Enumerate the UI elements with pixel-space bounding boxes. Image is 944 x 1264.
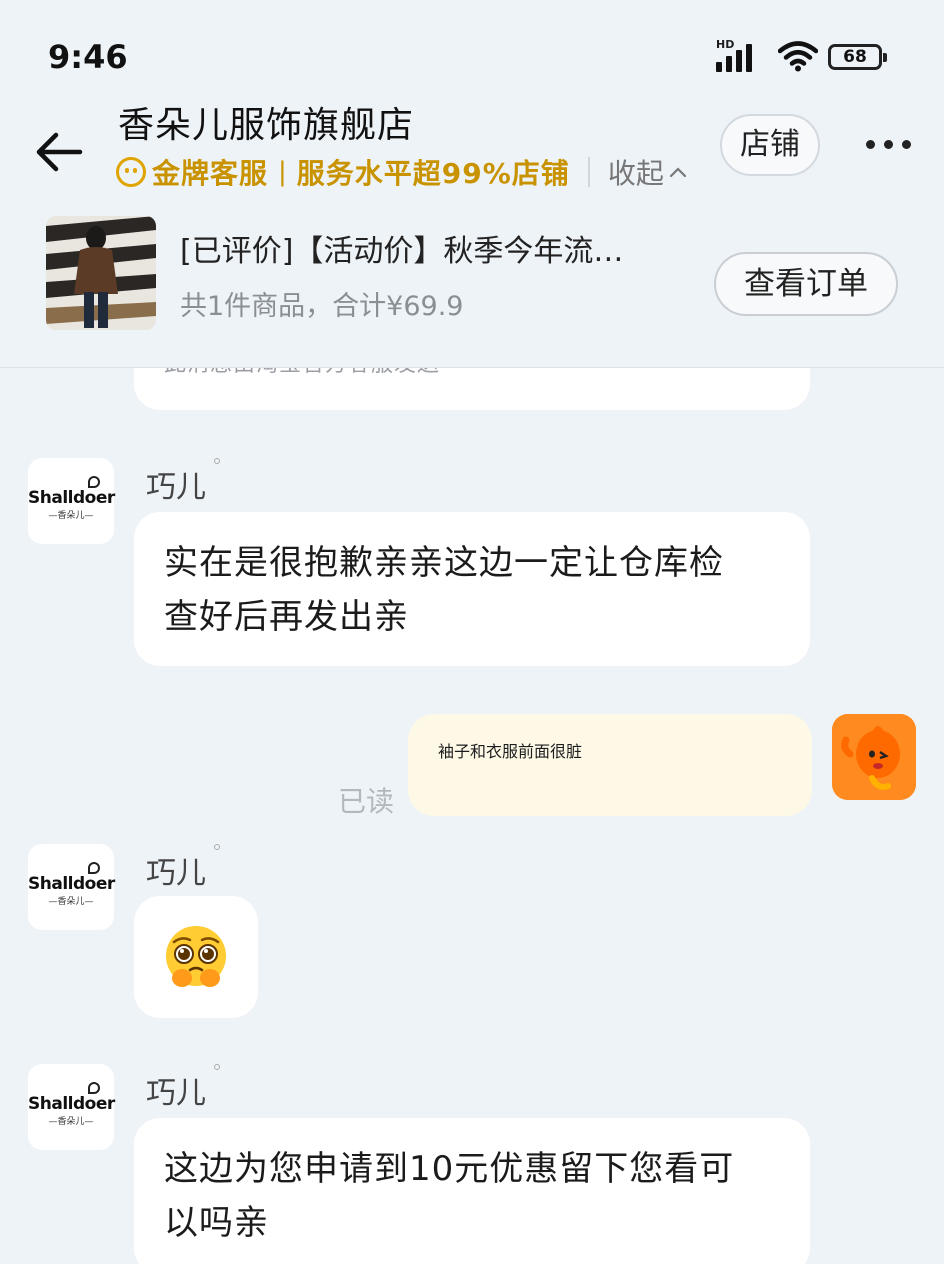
status-bar: 9:46 HD 68	[0, 0, 944, 92]
shop-avatar-brand: Shalldoer	[28, 488, 115, 508]
wifi-icon	[778, 41, 818, 72]
my-message-text: 袖子和衣服前面很脏	[438, 742, 583, 761]
shop-avatar-brand: Shalldoer	[28, 1094, 115, 1114]
battery-indicator: 68	[828, 44, 887, 70]
badge-separator: |	[278, 157, 287, 187]
message-line: 这边为您申请到10元优惠留下您看可	[164, 1149, 735, 1189]
message-text: 这边为您申请到10元优惠留下您看可 以吗亲	[164, 1142, 780, 1250]
brand-leaf-icon	[88, 1082, 100, 1094]
sender-name: 巧儿	[146, 1076, 206, 1111]
network-type-label: HD	[716, 38, 735, 51]
system-notice-bubble: 此消息由淘宝官方客服发送	[134, 368, 810, 410]
message-text: 实在是很抱歉亲亲这边一定让仓库检 查好后再发出亲	[164, 536, 780, 644]
brand-leaf-icon	[88, 862, 100, 874]
my-message-bubble[interactable]: 袖子和衣服前面很脏	[408, 714, 812, 816]
message-bubble[interactable]: 实在是很抱歉亲亲这边一定让仓库检 查好后再发出亲	[134, 512, 810, 666]
badge-divider	[587, 157, 590, 187]
shop-avatar-brand: Shalldoer	[28, 874, 115, 894]
service-level-badge: 服务水平超99%店铺	[296, 157, 570, 190]
smile-badge-icon	[116, 157, 146, 187]
shop-avatar-sub: —香朵儿—	[48, 511, 94, 521]
emoji-message-bubble[interactable]	[134, 896, 258, 1018]
sender-status-dot	[214, 458, 220, 464]
more-options-icon[interactable]	[866, 134, 914, 154]
shop-avatar-sub: —香朵儿—	[48, 1117, 94, 1127]
shop-avatar[interactable]: Shalldoer —香朵儿—	[28, 1064, 115, 1150]
shop-avatar-sub: —香朵儿—	[48, 897, 94, 907]
sender-name: 巧儿	[146, 470, 206, 505]
message-line: 查好后再发出亲	[164, 597, 409, 637]
collapse-button[interactable]: 收起	[608, 152, 664, 192]
sender-status-dot	[214, 844, 220, 850]
shop-avatar[interactable]: Shalldoer —香朵儿—	[28, 844, 115, 930]
store-button[interactable]: 店铺	[720, 114, 820, 176]
shop-avatar[interactable]: Shalldoer —香朵儿—	[28, 458, 115, 544]
message-line: 实在是很抱歉亲亲这边一定让仓库检	[164, 543, 724, 583]
status-time: 9:46	[48, 38, 128, 76]
pleading-face-icon	[166, 926, 226, 987]
system-notice-text: 此消息由淘宝官方客服发送	[164, 368, 440, 380]
sender-name: 巧儿	[146, 856, 206, 891]
gold-service-badge: 金牌客服	[152, 157, 269, 190]
read-status: 已读	[338, 785, 395, 818]
sender-status-dot	[214, 1064, 220, 1070]
user-avatar[interactable]	[832, 714, 916, 800]
chevron-up-icon[interactable]	[668, 165, 688, 179]
view-order-button[interactable]: 查看订单	[714, 252, 898, 316]
order-product-title[interactable]: [已评价]【活动价】秋季今年流…	[180, 226, 700, 270]
chat-message-list[interactable]: 此消息由淘宝官方客服发送 Shalldoer —香朵儿— 巧儿 实在是很抱歉亲亲…	[0, 368, 944, 1264]
service-badge-row: 金牌客服 | 服务水平超99%店铺 收起	[116, 152, 688, 192]
message-line: 以吗亲	[164, 1203, 269, 1243]
shop-name[interactable]: 香朵儿服饰旗舰店	[118, 96, 414, 148]
cellular-signal-icon: HD	[716, 38, 764, 74]
order-summary: 共1件商品，合计¥69.9	[180, 291, 464, 322]
back-arrow-icon[interactable]	[34, 130, 84, 174]
chat-header: 香朵儿服饰旗舰店 金牌客服 | 服务水平超99%店铺 收起 店铺 [已评价]【活…	[0, 92, 944, 368]
brand-leaf-icon	[88, 476, 100, 488]
product-thumbnail[interactable]	[46, 216, 156, 330]
message-bubble[interactable]: 这边为您申请到10元优惠留下您看可 以吗亲	[134, 1118, 810, 1264]
